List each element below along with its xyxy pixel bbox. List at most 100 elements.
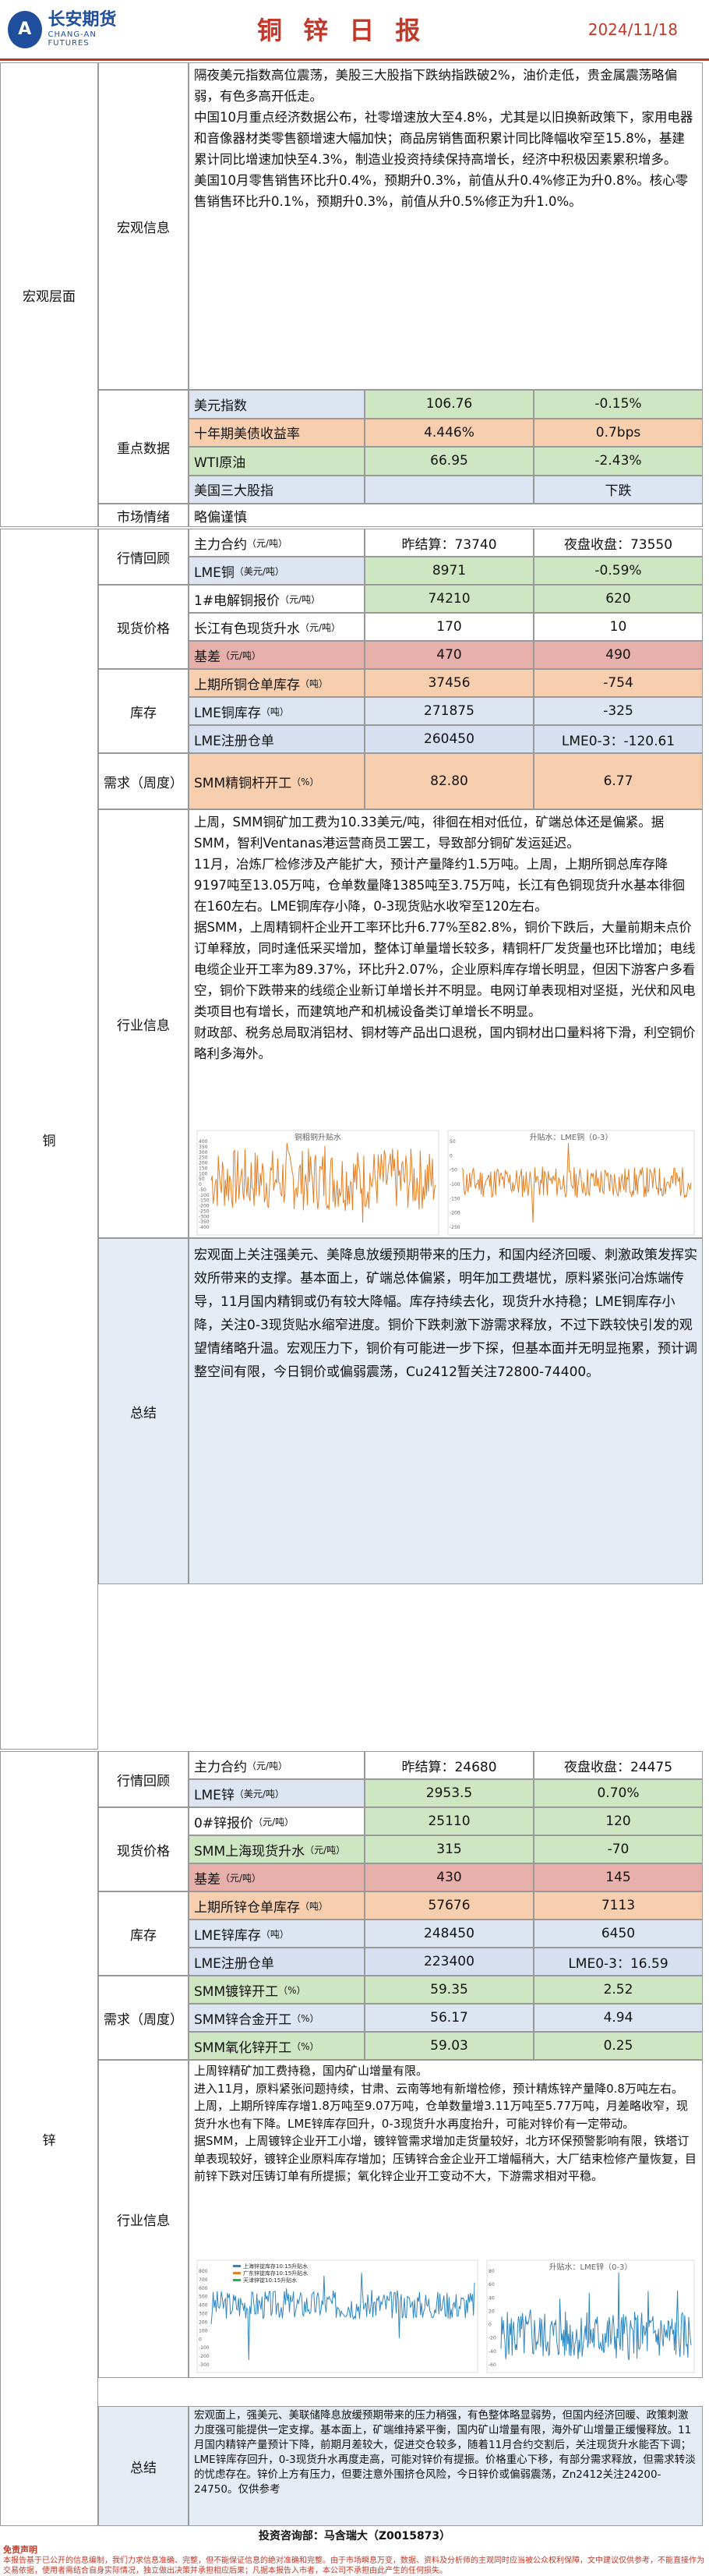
zinc-spot1-name-text: 0#锌报价 — [194, 1815, 254, 1831]
zinc-st1-v1: 57676 — [365, 1891, 534, 1920]
zinc-dm1-name-unit: （%） — [278, 1984, 306, 1996]
zinc-chart1-ytick: 300 — [199, 2312, 208, 2317]
zinc-dm1-name: SMM镀锌开工 （%） — [189, 1976, 365, 2004]
report-header: A 长安期货 CHANG-AN FUTURES 铜 锌 日 报 2024/11/… — [0, 0, 709, 61]
zinc-chart1-ytick: 200 — [199, 2319, 208, 2325]
copper-main-v1: 昨结算：73740 — [365, 529, 534, 557]
copper-dm1-v2: 6.77 — [534, 753, 703, 809]
zinc-basis-v1: 430 — [365, 1863, 534, 1891]
copper-st2-name: LME铜库存 （吨） — [189, 697, 365, 725]
copper-st3-v2: LME0-3：-120.61 — [534, 725, 703, 753]
copper-spot1-v1: 74210 — [365, 585, 534, 613]
key-row-name: 美国三大股指 — [189, 475, 365, 504]
zinc-st2-name: LME锌库存 （吨） — [189, 1920, 365, 1948]
copper-lme-v2: -0.59% — [534, 557, 703, 585]
zinc-st3-v1: 223400 — [365, 1948, 534, 1976]
zinc-spot2-name-unit: （元/吨） — [305, 1844, 346, 1856]
copper-st3-name-text: LME注册仓单 — [194, 733, 274, 749]
zinc-chart1-frame — [196, 2259, 478, 2373]
copper-main-name-text: 主力合约 — [194, 536, 247, 553]
copper-dm1-name: SMM精铜杆开工 （%） — [189, 753, 365, 809]
zinc-st3-name: LME注册仓单 — [189, 1948, 365, 1976]
copper-spot2-name-unit: （元/吨） — [300, 621, 341, 633]
zinc-chart1-ytick: -200 — [199, 2354, 210, 2359]
zinc-dm3-v2: 0.25 — [534, 2032, 703, 2060]
zinc-dm2-name-unit: （%） — [291, 2012, 319, 2024]
copper-chart1-title: 铜粗铜升贴水 — [295, 1132, 341, 1142]
copper-industry-text: 上周，SMM铜矿加工费为10.33美元/吨，徘徊在相对低位，矿端总体还是偏紧。据… — [194, 815, 696, 1061]
zinc-spot2-v2: -70 — [534, 1835, 703, 1863]
copper-st1-v2: -754 — [534, 669, 703, 697]
zinc-market-label: 行情回顾 — [98, 1751, 189, 1807]
copper-basis-v2: 490 — [534, 641, 703, 669]
copper-dm1-name-unit: （%） — [291, 776, 319, 787]
key-row-value1: 4.446% — [365, 418, 534, 447]
zinc-main-name-unit: （元/吨） — [247, 1760, 288, 1771]
zinc-chart1-legend: 天津锌锭10:15升贴水 — [243, 2277, 297, 2284]
key-row-name: WTI原油 — [189, 447, 365, 476]
copper-dm1-v1: 82.80 — [365, 753, 534, 809]
copper-spot1-v2: 620 — [534, 585, 703, 613]
section-zinc: 锌 — [0, 1751, 98, 2526]
zinc-dm1-v1: 59.35 — [365, 1976, 534, 2004]
zinc-chart1-ytick: -100 — [199, 2345, 210, 2351]
zinc-chart1-ytick: 600 — [199, 2286, 208, 2291]
key-row-value1 — [365, 475, 534, 504]
zinc-main-name: 主力合约 （元/吨） — [189, 1751, 365, 1779]
zinc-st3-v2: LME0-3：16.59 — [534, 1948, 703, 1976]
zinc-dm2-name: SMM锌合金开工 （%） — [189, 2004, 365, 2032]
zinc-basis-name-unit: （元/吨） — [220, 1872, 262, 1884]
key-data-label: 重点数据 — [98, 390, 189, 504]
copper-spot1-name-unit: （元/吨） — [280, 593, 321, 605]
zinc-chart1-legend: 上海锌锭库存10:15升贴水 — [243, 2263, 308, 2270]
zinc-st2-name-unit: （吨） — [260, 1928, 289, 1940]
zinc-chart1-ytick: 800 — [199, 2269, 208, 2274]
key-row-value1: 66.95 — [365, 447, 534, 476]
zinc-st3-name-text: LME注册仓单 — [194, 1955, 274, 1972]
zinc-summary-text: 宏观面上，强美元、美联储降息放缓预期带来的压力稍强，有色整体略显弱势，但国内经济… — [189, 2406, 703, 2526]
zinc-main-name-text: 主力合约 — [194, 1759, 247, 1775]
zinc-chart2-ytick: 80 — [489, 2269, 495, 2274]
copper-st3-name: LME注册仓单 — [189, 725, 365, 753]
zinc-chart1-ytick: 400 — [199, 2303, 208, 2309]
copper-st1-name: 上期所铜仓单库存 （吨） — [189, 669, 365, 697]
zinc-st1-v2: 7113 — [534, 1891, 703, 1920]
zinc-chart1-ytick: 500 — [199, 2295, 208, 2300]
zinc-spot2-v1: 315 — [365, 1835, 534, 1863]
report-page: A 长安期货 CHANG-AN FUTURES 铜 锌 日 报 2024/11/… — [0, 0, 709, 2575]
footer: 投资咨询部：马含瑞大（Z0015873） 免责声明 本报告基于已公开的信息编制，… — [0, 2526, 709, 2575]
copper-stock-label: 库存 — [98, 669, 189, 753]
copper-lme-name-text: LME铜 — [194, 564, 235, 581]
zinc-lme-name-unit: （美元/吨） — [234, 1788, 284, 1799]
zinc-chart1-ytick: 0 — [199, 2337, 202, 2342]
copper-st2-v2: -325 — [534, 697, 703, 725]
copper-main-name: 主力合约 （元/吨） — [189, 529, 365, 557]
zinc-main-v2: 夜盘收盘：24475 — [534, 1751, 703, 1779]
copper-st3-v1: 260450 — [365, 725, 534, 753]
zinc-chart1-ytick: 700 — [199, 2277, 208, 2283]
copper-spot2-name-text: 长江有色现货升水 — [194, 621, 300, 637]
zinc-st1-name: 上期所锌仓单库存 （吨） — [189, 1891, 365, 1920]
copper-basis-v1: 470 — [365, 641, 534, 669]
key-row-value2: -0.15% — [534, 390, 703, 419]
report-date: 2024/11/18 — [587, 20, 678, 39]
macro-info-text: 隔夜美元指数高位震荡，美股三大股指下跌纳指跌破2%，油价走低，贵金属震荡略偏弱，… — [189, 62, 703, 390]
zinc-lme-v2: 0.70% — [534, 1779, 703, 1807]
zinc-chart2-ytick: -40 — [489, 2349, 496, 2355]
key-row-value2: 下跌 — [534, 475, 703, 504]
zinc-main-v1: 昨结算：24680 — [365, 1751, 534, 1779]
zinc-chart2-ytick: 0 — [489, 2323, 492, 2328]
macro-info-label: 宏观信息 — [98, 62, 189, 390]
zinc-chart2-ytick: 40 — [489, 2295, 495, 2301]
logo: A 长安期货 CHANG-AN FUTURES — [0, 2, 132, 57]
zinc-dm3-v1: 59.03 — [365, 2032, 534, 2060]
copper-chart2-ytick: -100 — [450, 1182, 460, 1187]
zinc-charts: 8007006005004003002001000-100-200-300上海锌… — [196, 2259, 695, 2373]
zinc-chart2-ytick: -20 — [489, 2336, 496, 2341]
copper-demand-label: 需求（周度） — [98, 753, 189, 809]
zinc-spot1-v1: 25110 — [365, 1807, 534, 1835]
zinc-dm3-name-text: SMM氧化锌开工 — [194, 2040, 292, 2056]
zinc-dm2-v2: 4.94 — [534, 2004, 703, 2032]
zinc-industry-label: 行业信息 — [98, 2060, 189, 2378]
copper-basis-name-text: 基差 — [194, 649, 220, 665]
